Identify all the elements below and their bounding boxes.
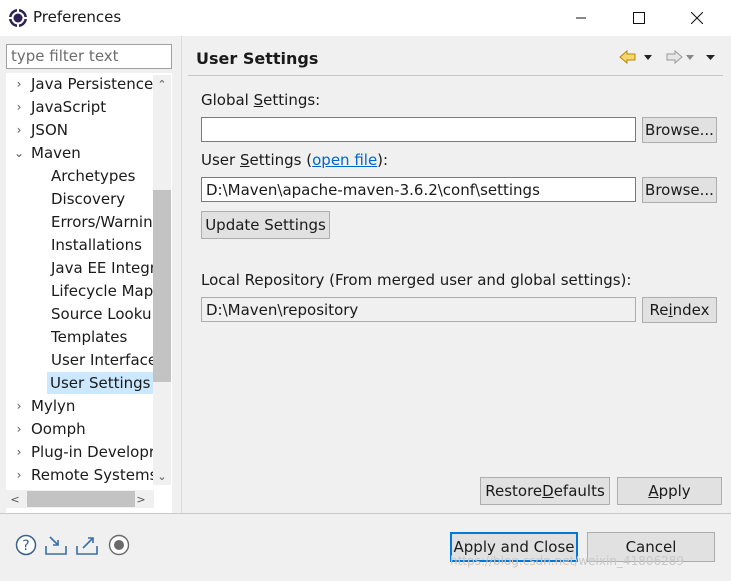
open-file-link[interactable]: open file <box>312 151 377 169</box>
tree-item-label: User Settings <box>47 372 154 394</box>
page-title: User Settings <box>196 49 319 68</box>
tree-item[interactable]: Templates <box>6 326 154 349</box>
tree-item[interactable]: › Java Persistence <box>6 73 154 96</box>
local-repository-label: Local Repository (From merged user and g… <box>201 271 632 289</box>
scroll-left-icon[interactable]: < <box>6 490 24 508</box>
maximize-icon <box>633 12 645 24</box>
panel-splitter[interactable] <box>181 36 182 514</box>
tree-expand-chevron-icon[interactable]: › <box>12 464 26 486</box>
record-icon[interactable] <box>107 533 131 557</box>
tree-item[interactable]: › Remote Systems <box>6 464 154 487</box>
tree-item-label: JavaScript <box>31 98 107 116</box>
tree-expand-chevron-icon[interactable]: › <box>12 73 26 95</box>
tree-item-label: Templates <box>51 328 128 346</box>
tree-item[interactable]: › JSON <box>6 119 154 142</box>
tree-item[interactable]: › JavaScript <box>6 96 154 119</box>
tree-item[interactable]: › Mylyn <box>6 395 154 418</box>
tree-expand-chevron-icon[interactable]: › <box>12 96 26 118</box>
tree-item[interactable]: ⌄ Maven <box>6 142 154 165</box>
tree-item[interactable]: Source Looku <box>6 303 154 326</box>
user-settings-field[interactable]: D:\Maven\apache-maven-3.6.2\conf\setting… <box>201 177 636 202</box>
tree-item[interactable]: Lifecycle Map <box>6 280 154 303</box>
tree-item-label: User Interface <box>51 351 154 369</box>
help-icon[interactable]: ? <box>14 533 38 557</box>
tree-item-label: Maven <box>31 144 81 162</box>
tree-expand-chevron-icon[interactable]: › <box>12 119 26 141</box>
scroll-up-icon[interactable]: ⌃ <box>153 75 171 93</box>
tree-item-label: Oomph <box>31 420 86 438</box>
tree-item-label: Lifecycle Map <box>51 282 154 300</box>
back-arrow-icon[interactable] <box>619 49 636 65</box>
view-menu-chevron-icon[interactable] <box>706 55 715 60</box>
tree-item-label: Errors/Warnin <box>51 213 153 231</box>
tree-item-label: Java EE Integra <box>51 259 154 277</box>
tree-item-label: Plug-in Developr <box>31 443 154 461</box>
reindex-button[interactable]: Re i ndex <box>642 297 717 323</box>
global-settings-field[interactable] <box>201 117 636 142</box>
svg-text:?: ? <box>22 538 29 554</box>
minimize-button[interactable] <box>558 0 604 36</box>
restore-defaults-button[interactable]: Restore Defaults <box>480 477 610 505</box>
tree-item[interactable]: › Plug-in Developr <box>6 441 154 464</box>
maximize-button[interactable] <box>616 0 662 36</box>
forward-menu-chevron-icon[interactable] <box>686 55 694 60</box>
tree-expand-chevron-icon[interactable]: › <box>12 441 26 463</box>
tree-item-label: Remote Systems <box>31 466 154 484</box>
apply-button[interactable]: Apply <box>617 477 722 505</box>
filter-input[interactable]: type filter text <box>6 44 172 69</box>
tree-vertical-scroll-thumb[interactable] <box>153 190 171 382</box>
tree-item-label: Mylyn <box>31 397 76 415</box>
forward-arrow-icon[interactable] <box>666 49 683 65</box>
tree-item-label: Source Looku <box>51 305 152 323</box>
tree-item-label: Discovery <box>51 190 126 208</box>
preferences-tree: › Java Persistence › JavaScript › JSON ⌄ Maven A… <box>6 73 172 513</box>
global-settings-label: Global Settings: <box>201 91 321 109</box>
tree-item[interactable]: Java EE Integra <box>6 257 154 280</box>
import-icon[interactable] <box>44 533 68 557</box>
minimize-icon <box>576 17 586 19</box>
eclipse-gear-icon <box>8 8 28 28</box>
close-icon <box>691 12 703 24</box>
footer-separator <box>0 513 731 514</box>
user-settings-label: User Settings (open file): <box>201 151 389 169</box>
tree-item[interactable]: Archetypes <box>6 165 154 188</box>
local-repository-field[interactable]: D:\Maven\repository <box>201 297 636 322</box>
tree-item-label: Archetypes <box>51 167 136 185</box>
tree-item[interactable]: Installations <box>6 234 154 257</box>
page-title-separator <box>188 75 723 76</box>
close-button[interactable] <box>674 0 720 36</box>
tree-expand-chevron-icon[interactable]: › <box>12 418 26 440</box>
tree-item[interactable]: User Interface <box>6 349 154 372</box>
tree-horizontal-scroll-thumb[interactable] <box>27 491 135 507</box>
tree-collapse-chevron-icon[interactable]: ⌄ <box>12 142 26 164</box>
tree-item-label: Java Persistence <box>31 75 154 93</box>
scroll-right-icon[interactable]: > <box>132 490 150 508</box>
watermark-text: https://blog.csdn.net/weixin_41806289 <box>450 554 685 568</box>
tree-item-label: JSON <box>31 121 68 139</box>
tree-item[interactable]: Discovery <box>6 188 154 211</box>
window-title: Preferences <box>33 8 122 26</box>
update-settings-button[interactable]: Update Settings <box>201 211 330 239</box>
tree-item-label: Installations <box>51 236 142 254</box>
back-menu-chevron-icon[interactable] <box>644 55 652 60</box>
global-settings-browse-button[interactable]: Browse... <box>642 117 717 143</box>
page-navigation <box>616 46 724 68</box>
scroll-down-icon[interactable]: ⌄ <box>153 467 171 485</box>
user-settings-browse-button[interactable]: Browse... <box>642 177 717 203</box>
tree-item[interactable]: User Settings <box>6 372 154 395</box>
tree-expand-chevron-icon[interactable]: › <box>12 395 26 417</box>
export-icon[interactable] <box>75 533 99 557</box>
tree-item[interactable]: › Oomph <box>6 418 154 441</box>
tree-item[interactable]: Errors/Warnin <box>6 211 154 234</box>
